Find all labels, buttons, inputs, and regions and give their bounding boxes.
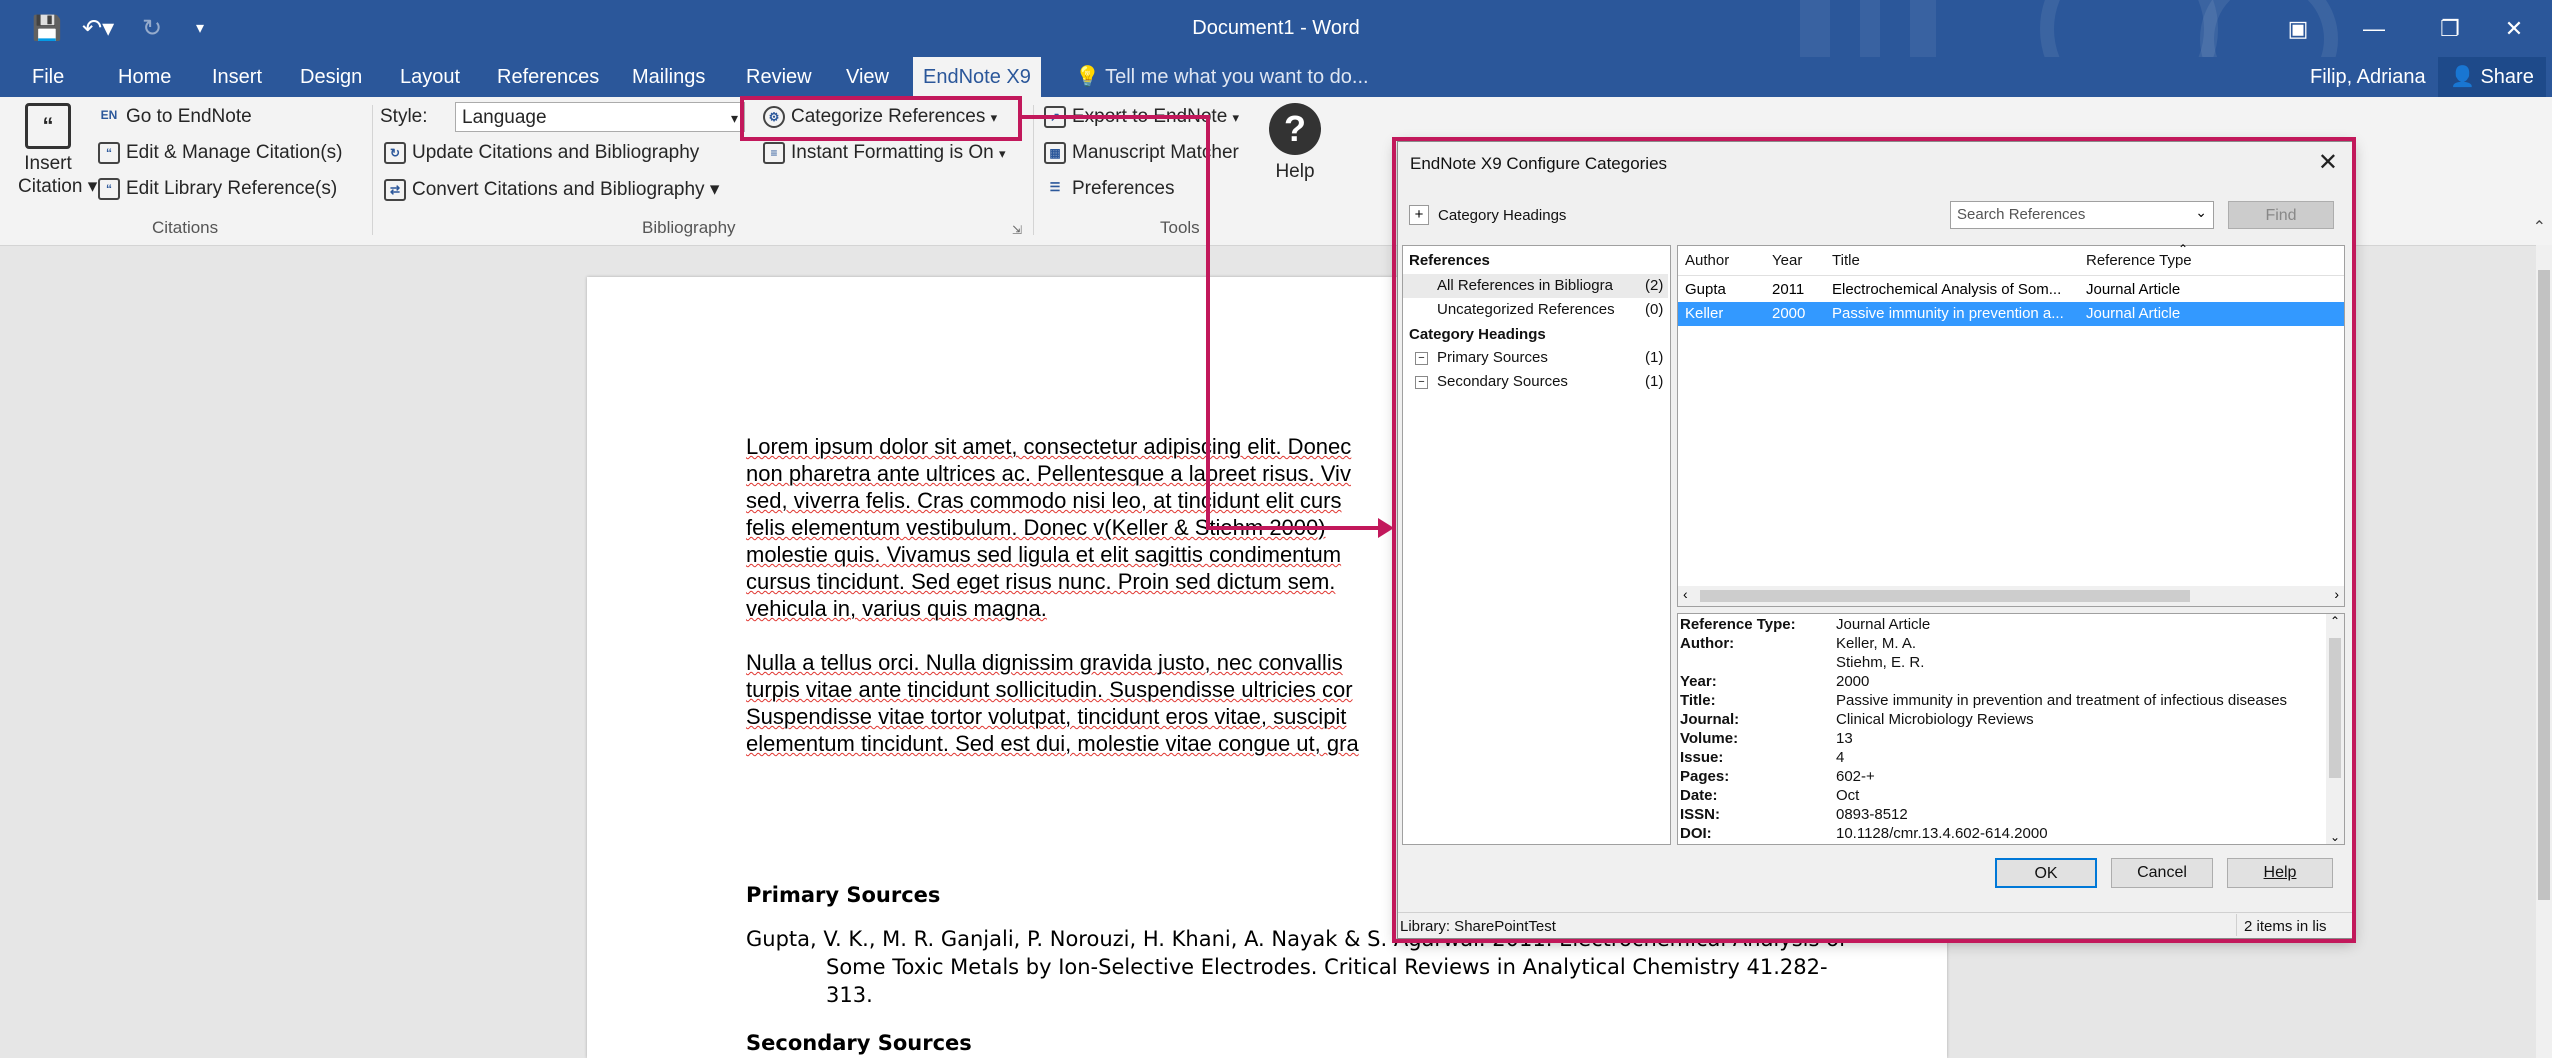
ribbon-display-options-icon[interactable]: ▣	[2260, 0, 2336, 57]
tab-home[interactable]: Home	[108, 57, 181, 97]
insert-citation-icon: “	[25, 103, 71, 149]
secondary-sources-heading: Secondary Sources	[746, 1031, 972, 1055]
text-line: non pharetra ante ultrices ac. Pellentes…	[746, 461, 1351, 486]
update-icon: ↻	[384, 142, 406, 164]
endnote-icon: EN	[100, 108, 118, 122]
edit-library-icon: “	[98, 178, 120, 200]
text-line: Suspendisse vitae tortor volutpat, tinci…	[746, 704, 1347, 729]
text-line: Lorem ipsum dolor sit amet, consectetur …	[746, 434, 1352, 459]
entry-line: 313.	[826, 983, 873, 1007]
text-line: vehicula in, varius quis magna.	[746, 596, 1047, 621]
update-citations-button[interactable]: ↻ Update Citations and Bibliography	[384, 142, 699, 164]
style-select[interactable]: Language ▾	[455, 102, 745, 132]
title-bar: 💾 ↶▾ ↻ ▾ Document1 - Word ▣ — ❐ ✕	[0, 0, 2552, 118]
insert-citation-label-1: Insert	[24, 153, 72, 174]
formatting-icon: ≡	[763, 142, 785, 164]
instant-formatting-button[interactable]: ≡ Instant Formatting is On ▾	[763, 142, 1006, 164]
preferences-icon: ☰	[1049, 180, 1061, 194]
close-button[interactable]: ✕	[2476, 0, 2552, 57]
tab-review[interactable]: Review	[736, 57, 822, 97]
text-line: turpis vitae ante tincidunt sollicitudin…	[746, 677, 1353, 702]
primary-sources-heading: Primary Sources	[746, 883, 941, 907]
dialog-highlight-box	[1392, 137, 2356, 943]
go-to-endnote-button[interactable]: EN Go to EndNote	[98, 106, 252, 128]
lightbulb-icon: 💡	[1075, 66, 1100, 88]
edit-library-reference-button[interactable]: “Edit Library Reference(s)	[98, 178, 337, 200]
help-label: Help	[1275, 161, 1315, 182]
group-divider	[372, 105, 373, 235]
tab-mailings[interactable]: Mailings	[622, 57, 715, 97]
help-icon: ?	[1269, 103, 1321, 155]
tab-design[interactable]: Design	[290, 57, 372, 97]
style-value: Language	[462, 107, 547, 128]
share-label: Share	[2480, 66, 2534, 88]
connector-line	[1206, 526, 1386, 530]
scrollbar-thumb[interactable]	[2538, 270, 2550, 900]
tab-endnote[interactable]: EndNote X9	[913, 57, 1041, 97]
help-button[interactable]: ? Help	[1265, 103, 1325, 183]
user-name[interactable]: Filip, Adriana	[2300, 57, 2436, 97]
tab-references[interactable]: References	[487, 57, 609, 97]
convert-citations-button[interactable]: ⇄ Convert Citations and Bibliography ▾	[384, 178, 719, 201]
categorize-highlight-box	[740, 96, 1022, 141]
tools-group-label: Tools	[1160, 218, 1200, 237]
tell-me-box[interactable]: 💡 Tell me what you want to do...	[1065, 57, 1379, 97]
body-paragraph-2[interactable]: Nulla a tellus orci. Nulla dignissim gra…	[746, 649, 1359, 757]
text-line: molestie quis. Vivamus sed ligula et eli…	[746, 542, 1342, 567]
manuscript-icon: ▦	[1044, 142, 1066, 164]
text-line: sed, viverra felis. Cras commodo nisi le…	[746, 488, 1342, 513]
entry-line: Some Toxic Metals by Ion-Selective Elect…	[826, 955, 1828, 979]
tab-layout[interactable]: Layout	[390, 57, 470, 97]
chevron-down-icon: ▾	[730, 110, 738, 126]
text-line: elementum tincidunt. Sed est dui, molest…	[746, 731, 1359, 756]
style-label: Style:	[380, 106, 428, 127]
tab-view[interactable]: View	[836, 57, 899, 97]
dialog-launcher-icon[interactable]: ⇲	[1012, 223, 1022, 237]
tab-insert[interactable]: Insert	[202, 57, 272, 97]
bibliography-group-label: Bibliography	[642, 218, 736, 237]
text-line: cursus tincidunt. Sed eget risus nunc. P…	[746, 569, 1336, 594]
insert-citation-button[interactable]: “ Insert Citation ▾	[18, 103, 98, 198]
tab-file[interactable]: File	[22, 57, 74, 97]
share-button[interactable]: 👤 Share	[2438, 57, 2546, 97]
text-line: Nulla a tellus orci. Nulla dignissim gra…	[746, 650, 1343, 675]
window-title: Document1 - Word	[1192, 17, 1360, 39]
insert-citation-label-2: Citation ▾	[18, 176, 98, 197]
edit-citation-icon: “	[98, 142, 120, 164]
group-divider	[1033, 105, 1034, 235]
edit-manage-citations-button[interactable]: “Edit & Manage Citation(s)	[98, 142, 343, 164]
connector-line	[1206, 115, 1210, 530]
minimize-button[interactable]: —	[2336, 0, 2412, 57]
preferences-button[interactable]: ☰ Preferences	[1044, 178, 1175, 200]
tell-me-text: Tell me what you want to do...	[1105, 66, 1369, 88]
connector-line	[1022, 115, 1210, 119]
convert-icon: ⇄	[384, 178, 406, 201]
person-icon: 👤	[2450, 66, 2475, 88]
collapse-ribbon-icon[interactable]: ⌃	[2533, 217, 2546, 237]
citations-group-label: Citations	[152, 218, 219, 237]
